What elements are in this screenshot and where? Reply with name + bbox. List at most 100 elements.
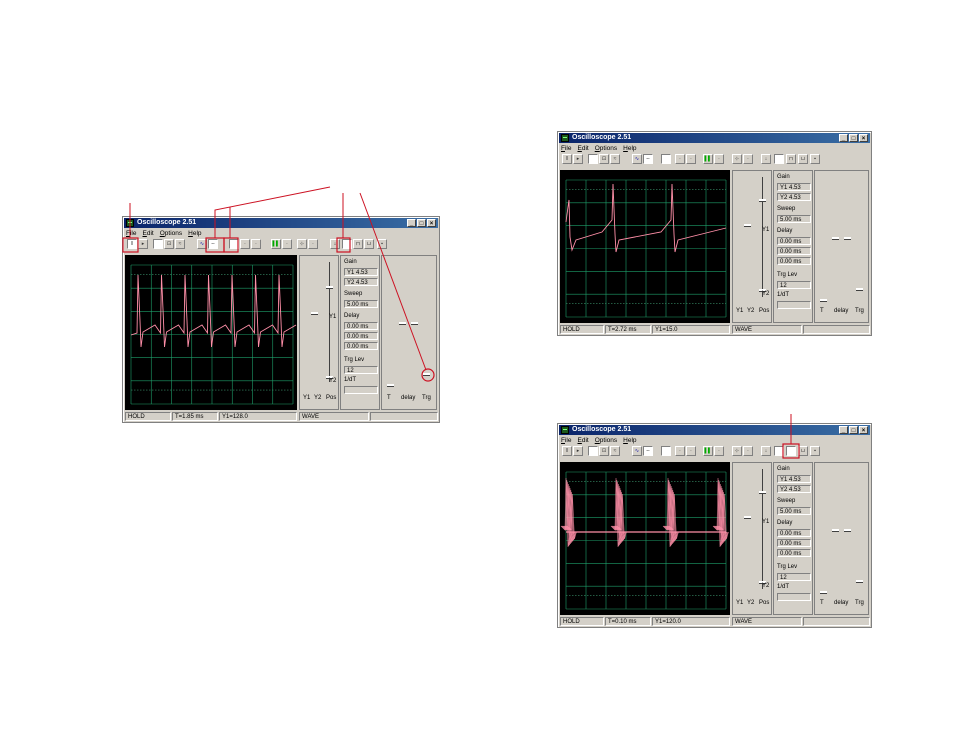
y1-slider-knob[interactable] bbox=[744, 516, 751, 519]
channel-button[interactable] bbox=[153, 239, 163, 249]
menu-help[interactable]: Help bbox=[623, 144, 636, 153]
step2-button[interactable]: · bbox=[251, 239, 261, 249]
run-button[interactable]: ▸ bbox=[138, 239, 148, 249]
delay-slider-knob[interactable] bbox=[832, 529, 839, 532]
down-arrow-icon[interactable]: ↓ bbox=[761, 154, 771, 164]
wave-icon[interactable]: ∼ bbox=[643, 446, 653, 456]
config-button[interactable]: ▪ bbox=[810, 154, 820, 164]
fft-button[interactable]: ≈ bbox=[175, 239, 185, 249]
zoom-button[interactable]: ⊹ bbox=[732, 154, 742, 164]
menu-file[interactable]: File bbox=[561, 144, 572, 153]
sweep-value[interactable]: 5.00 ms bbox=[777, 215, 811, 223]
step2-button[interactable]: · bbox=[686, 446, 696, 456]
sweep-value[interactable]: 5.00 ms bbox=[344, 300, 378, 308]
delay-value-2[interactable]: 0.00 ms bbox=[344, 332, 378, 340]
config-button[interactable]: ▪ bbox=[810, 446, 820, 456]
measure-button[interactable]: · bbox=[743, 446, 753, 456]
trigger-mode-button[interactable] bbox=[774, 446, 784, 456]
wave-icon[interactable]: ∼ bbox=[208, 239, 218, 249]
minimize-button[interactable]: _ bbox=[839, 426, 848, 434]
delay-value-3[interactable]: 0.00 ms bbox=[344, 342, 378, 350]
xy-mode-button[interactable]: ⊡ bbox=[599, 154, 609, 164]
delay-slider-knob[interactable] bbox=[399, 322, 406, 325]
trg-lev-value[interactable]: 12 bbox=[777, 573, 811, 581]
trigger-mode-button[interactable] bbox=[342, 239, 352, 249]
trigger-edge-button[interactable]: ⊓ bbox=[353, 239, 363, 249]
minimize-button[interactable]: _ bbox=[407, 219, 416, 227]
y1-slider-knob[interactable] bbox=[744, 224, 751, 227]
t-slider-knob[interactable] bbox=[387, 384, 394, 387]
y1-gain-value[interactable]: Y1 4.53 bbox=[344, 268, 378, 276]
delay-value-3[interactable]: 0.00 ms bbox=[777, 549, 811, 557]
config-button[interactable]: ▪ bbox=[377, 239, 387, 249]
maximize-button[interactable]: □ bbox=[849, 426, 858, 434]
trg-slider-knob[interactable] bbox=[856, 288, 863, 291]
menu-options[interactable]: Options bbox=[595, 436, 617, 445]
trg-lev-value[interactable]: 12 bbox=[777, 281, 811, 289]
fft-button[interactable]: ≈ bbox=[610, 446, 620, 456]
y1-gain-value[interactable]: Y1 4.53 bbox=[777, 183, 811, 191]
menu-edit[interactable]: Edit bbox=[578, 436, 589, 445]
scope-screen[interactable] bbox=[125, 255, 297, 410]
scope-screen[interactable] bbox=[560, 462, 730, 615]
trigger-source-button[interactable]: ⊔ bbox=[364, 239, 374, 249]
y2-gain-value[interactable]: Y2 4.53 bbox=[344, 278, 378, 286]
delay-value-2[interactable]: 0.00 ms bbox=[777, 247, 811, 255]
delay2-slider-knob[interactable] bbox=[844, 529, 851, 532]
trg-slider-knob[interactable] bbox=[423, 373, 430, 376]
channel-button[interactable] bbox=[588, 446, 598, 456]
menu-file[interactable]: File bbox=[126, 229, 137, 238]
cursor-button[interactable]: · bbox=[282, 239, 292, 249]
step-button[interactable]: · bbox=[675, 154, 685, 164]
pos-slider-knob[interactable] bbox=[759, 491, 766, 494]
title-bar[interactable]: Oscilloscope 2.51 _ □ × bbox=[559, 133, 870, 143]
scope-screen[interactable] bbox=[560, 170, 730, 323]
hold-button[interactable]: ‖ bbox=[562, 446, 572, 456]
menu-help[interactable]: Help bbox=[188, 229, 201, 238]
menu-edit[interactable]: Edit bbox=[578, 144, 589, 153]
single-shot-button[interactable] bbox=[661, 446, 671, 456]
delay-value-3[interactable]: 0.00 ms bbox=[777, 257, 811, 265]
trg-lev-value[interactable]: 12 bbox=[344, 366, 378, 374]
zoom-button[interactable]: ⊹ bbox=[732, 446, 742, 456]
y2-gain-value[interactable]: Y2 4.53 bbox=[777, 193, 811, 201]
menu-file[interactable]: File bbox=[561, 436, 572, 445]
delay-value-1[interactable]: 0.00 ms bbox=[777, 529, 811, 537]
close-button[interactable]: × bbox=[859, 134, 868, 142]
menu-options[interactable]: Options bbox=[595, 144, 617, 153]
pos-slider-knob[interactable] bbox=[759, 199, 766, 202]
xy-mode-button[interactable]: ⊡ bbox=[164, 239, 174, 249]
hold-button[interactable]: ‖ bbox=[127, 239, 137, 249]
trigger-mode-button[interactable] bbox=[774, 154, 784, 164]
trigger-source-button[interactable]: ⊔ bbox=[798, 154, 808, 164]
color-bars-icon[interactable]: ▌▌ bbox=[703, 446, 713, 456]
pos-slider-track[interactable] bbox=[762, 177, 763, 297]
step2-button[interactable]: · bbox=[686, 154, 696, 164]
y1-gain-value[interactable]: Y1 4.53 bbox=[777, 475, 811, 483]
pos-slider-track[interactable] bbox=[762, 469, 763, 589]
delay2-slider-knob[interactable] bbox=[411, 322, 418, 325]
trg-slider-knob[interactable] bbox=[856, 580, 863, 583]
t-slider-knob[interactable] bbox=[820, 591, 827, 594]
color-bars-icon[interactable]: ▌▌ bbox=[271, 239, 281, 249]
trigger-edge-button[interactable] bbox=[786, 446, 796, 456]
trigger-edge-button[interactable]: ⊓ bbox=[786, 154, 796, 164]
pos-slider-track[interactable] bbox=[329, 262, 330, 382]
sweep-value[interactable]: 5.00 ms bbox=[777, 507, 811, 515]
step-button[interactable]: · bbox=[240, 239, 250, 249]
zoom-button[interactable]: ⊹ bbox=[297, 239, 307, 249]
color-bars-icon[interactable]: ▌▌ bbox=[703, 154, 713, 164]
maximize-button[interactable]: □ bbox=[849, 134, 858, 142]
cursor-button[interactable]: · bbox=[714, 154, 724, 164]
wave-icon[interactable]: ∼ bbox=[643, 154, 653, 164]
fft-button[interactable]: ≈ bbox=[610, 154, 620, 164]
maximize-button[interactable]: □ bbox=[417, 219, 426, 227]
single-shot-button[interactable] bbox=[661, 154, 671, 164]
measure-button[interactable]: · bbox=[743, 154, 753, 164]
menu-options[interactable]: Options bbox=[160, 229, 182, 238]
delay-value-1[interactable]: 0.00 ms bbox=[344, 322, 378, 330]
wave-select-button[interactable]: ∿ bbox=[632, 154, 642, 164]
cursor-button[interactable]: · bbox=[714, 446, 724, 456]
menu-edit[interactable]: Edit bbox=[143, 229, 154, 238]
minimize-button[interactable]: _ bbox=[839, 134, 848, 142]
